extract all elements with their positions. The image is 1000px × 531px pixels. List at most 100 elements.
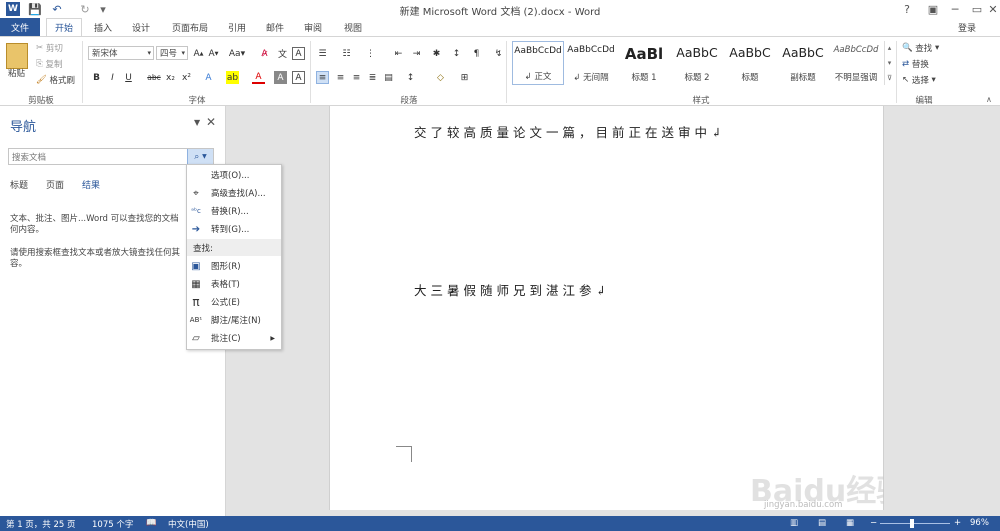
styles-scroll[interactable]: ▴ ▾ ⊽ <box>884 41 894 85</box>
decrease-indent-icon[interactable]: ⇤ <box>392 47 405 60</box>
menu-item-options[interactable]: 选项(O)... <box>187 166 281 184</box>
menu-item-comments[interactable]: ▱ 批注(C) ▶ <box>187 329 281 347</box>
nav-tab-headings[interactable]: 标题 <box>10 178 28 191</box>
menu-item-footnotes[interactable]: AB¹ 脚注/尾注(N) <box>187 311 281 329</box>
page-count[interactable]: 第 1 页，共 25 页 <box>6 518 76 530</box>
collapse-ribbon-icon[interactable]: ∧ <box>986 95 992 104</box>
bold-button[interactable]: B <box>90 71 103 84</box>
tab-file[interactable]: 文件 <box>0 18 40 36</box>
tab-references[interactable]: 引用 <box>220 18 254 36</box>
minimize-button[interactable]: ─ <box>944 0 966 18</box>
font-family-select[interactable]: 新宋体 ▾ <box>88 46 154 60</box>
style-heading-1[interactable]: AaBl 标题 1 <box>618 41 670 85</box>
nav-close-icon[interactable]: ✕ <box>206 115 216 129</box>
shading-icon[interactable]: ◇ <box>434 71 447 84</box>
enclose-character-icon[interactable]: A <box>292 47 305 60</box>
character-shading-icon[interactable]: A <box>274 71 287 84</box>
highlight-icon[interactable]: ab <box>226 71 239 84</box>
font-color-icon[interactable]: A <box>252 71 265 84</box>
strikethrough-button[interactable]: abc <box>146 71 162 84</box>
select-button[interactable]: ↖ 选择 ▾ <box>902 74 936 86</box>
tab-design[interactable]: 设计 <box>124 18 158 36</box>
font-size-select[interactable]: 四号 ▾ <box>156 46 188 60</box>
menu-item-replace[interactable]: ᵃᵇc 替换(R)... <box>187 202 281 220</box>
zoom-out-icon[interactable]: − <box>870 518 877 528</box>
close-button[interactable]: ✕ <box>982 0 1000 18</box>
document-line-1[interactable]: 交了较高质量论文一篇，目前正在送审中↲ <box>414 122 725 141</box>
document-line-2[interactable]: 大三暑假随师兄到湛江参↲ <box>414 280 610 299</box>
phonetic-guide-icon[interactable]: 文 <box>276 47 289 60</box>
menu-item-graphics[interactable]: ▣ 图形(R) <box>187 257 281 275</box>
underline-button[interactable]: U <box>122 71 135 84</box>
change-case-icon[interactable]: Aa▾ <box>228 47 246 60</box>
line-spacing-icon[interactable]: ↕ <box>404 71 417 84</box>
menu-item-tables[interactable]: ▦ 表格(T) <box>187 275 281 293</box>
menu-item-advanced-find[interactable]: ⌖ 高级查找(A)... <box>187 184 281 202</box>
more-styles-icon[interactable]: ⊽ <box>887 74 892 82</box>
paste-icon[interactable] <box>6 43 28 69</box>
text-effects-icon[interactable]: A <box>202 71 215 84</box>
language-indicator[interactable]: 中文(中国) <box>168 518 209 530</box>
help-button[interactable]: ? <box>896 0 918 18</box>
sort-icon[interactable]: ↕ <box>450 47 463 60</box>
show-marks-icon[interactable]: ¶ <box>470 47 483 60</box>
zoom-in-icon[interactable]: + <box>954 518 961 528</box>
print-layout-icon[interactable]: ▤ <box>818 518 826 528</box>
character-border-icon[interactable]: A <box>292 71 305 84</box>
web-layout-icon[interactable]: ▦ <box>846 518 854 528</box>
subscript-button[interactable]: x₂ <box>164 71 177 84</box>
zoom-level[interactable]: 96% <box>970 518 989 528</box>
align-left-icon[interactable]: ≡ <box>316 71 329 84</box>
read-mode-icon[interactable]: ▥ <box>790 518 798 528</box>
word-count[interactable]: 1075 个字 <box>92 518 133 530</box>
style-normal[interactable]: AaBbCcDd ↲ 正文 <box>512 41 564 85</box>
chevron-up-icon[interactable]: ▴ <box>888 44 892 52</box>
search-field[interactable]: 搜索文档 ⌕ ▼ <box>8 148 214 165</box>
multilevel-list-icon[interactable]: ⋮ <box>364 47 377 60</box>
clear-formatting-icon[interactable]: A̷ <box>258 47 271 60</box>
sign-in-link[interactable]: 登录 <box>950 18 984 36</box>
tab-mailings[interactable]: 邮件 <box>258 18 292 36</box>
nav-tab-pages[interactable]: 页面 <box>46 178 64 191</box>
menu-item-goto[interactable]: ➔ 转到(G)... <box>187 220 281 238</box>
superscript-button[interactable]: x² <box>180 71 193 84</box>
numbering-icon[interactable]: ☷ <box>340 47 353 60</box>
tab-home[interactable]: 开始 <box>46 18 83 37</box>
menu-item-equations[interactable]: π 公式(E) <box>187 293 281 311</box>
style-no-spacing[interactable]: AaBbCcDd ↲ 无间隔 <box>565 41 617 85</box>
proofing-icon[interactable]: 📖 <box>146 518 157 528</box>
copy-button[interactable]: ⎘ 复制 <box>36 58 63 70</box>
shrink-font-icon[interactable]: A ▼ <box>207 47 220 60</box>
align-center-icon[interactable]: ≡ <box>334 71 347 84</box>
format-painter-button[interactable]: 🖌 格式刷 <box>36 74 75 86</box>
justify-icon[interactable]: ≣ <box>366 71 379 84</box>
style-subtitle[interactable]: AaBbC 副标题 <box>777 41 829 85</box>
bullets-icon[interactable]: ☰ <box>316 47 329 60</box>
zoom-slider-track[interactable] <box>880 523 950 524</box>
search-dropdown-button[interactable]: ⌕ ▼ <box>187 149 213 164</box>
chevron-down-icon[interactable]: ▾ <box>888 59 892 67</box>
tab-view[interactable]: 视图 <box>336 18 370 36</box>
zoom-slider-thumb[interactable] <box>910 519 914 528</box>
distributed-icon[interactable]: ▤ <box>382 71 395 84</box>
style-heading-2[interactable]: AaBbC 标题 2 <box>671 41 723 85</box>
tab-review[interactable]: 审阅 <box>296 18 330 36</box>
style-title[interactable]: AaBbC 标题 <box>724 41 776 85</box>
style-subtle-emphasis[interactable]: AaBbCcDd 不明显强调 <box>830 41 882 85</box>
chinese-layout-icon[interactable]: ✱ <box>430 47 443 60</box>
replace-button[interactable]: ⇄ 替换 <box>902 58 929 70</box>
tab-insert[interactable]: 插入 <box>86 18 120 36</box>
tab-page-layout[interactable]: 页面布局 <box>164 18 216 36</box>
asian-layout-icon[interactable]: ↯ <box>492 47 505 60</box>
find-button[interactable]: 🔍 查找 ▾ <box>902 42 939 54</box>
nav-tab-results[interactable]: 结果 <box>82 178 100 191</box>
document-page[interactable]: 交了较高质量论文一篇，目前正在送审中↲ 大三暑假随师兄到湛江参↲ Baidu经验… <box>329 106 906 510</box>
align-right-icon[interactable]: ≡ <box>350 71 363 84</box>
nav-options-icon[interactable]: ▼ <box>194 118 200 127</box>
grow-font-icon[interactable]: A ▲ <box>192 47 205 60</box>
italic-button[interactable]: I <box>106 71 119 84</box>
ribbon-display-options-button[interactable]: ▣ <box>922 0 944 18</box>
cut-button[interactable]: ✂ 剪切 <box>36 42 63 54</box>
borders-icon[interactable]: ⊞ <box>458 71 471 84</box>
paste-button-label[interactable]: 粘贴 <box>8 67 25 79</box>
